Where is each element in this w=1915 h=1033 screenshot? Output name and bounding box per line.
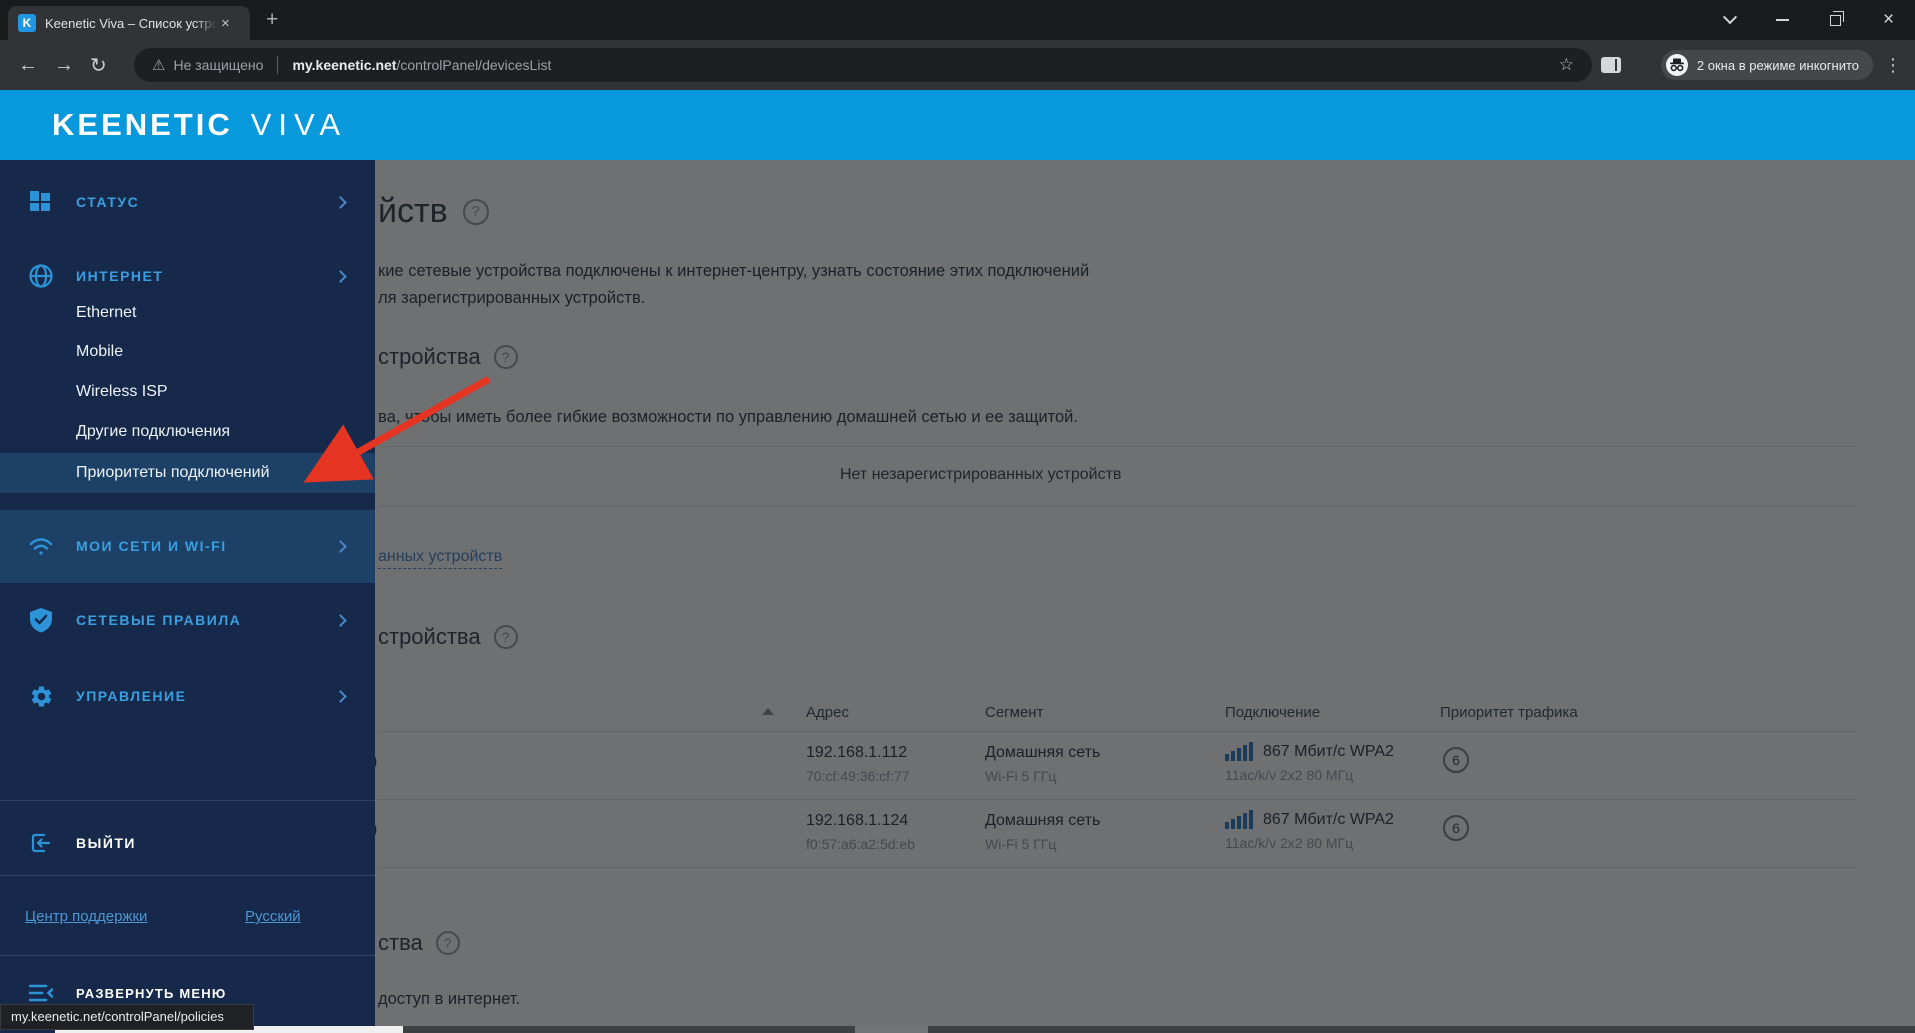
chevron-right-icon xyxy=(334,689,347,703)
browser-toolbar: ← → ↻ ⚠ Не защищено my.keenetic.net /con… xyxy=(0,40,1915,90)
horizontal-scrollbar[interactable] xyxy=(55,1026,1915,1033)
address-bar[interactable]: ⚠ Не защищено my.keenetic.net /controlPa… xyxy=(134,48,1592,82)
incognito-icon xyxy=(1665,54,1688,76)
expand-menu-label: РАЗВЕРНУТЬ МЕНЮ xyxy=(76,985,227,1001)
minimize-button[interactable] xyxy=(1770,7,1796,33)
sidebar-divider xyxy=(0,800,375,801)
screen: йств ? кие сетевые устройства подключены… xyxy=(0,0,1915,1033)
sidebar-item-label: СТАТУС xyxy=(76,194,140,210)
new-tab-button[interactable]: + xyxy=(266,9,278,31)
sidebar-menu: СТАТУС ИНТЕРНЕТ Ethernet Mobile Wireless… xyxy=(0,160,375,1033)
sidebar-item-internet[interactable]: ИНТЕРНЕТ xyxy=(0,256,375,296)
tab-title: Keenetic Viva – Список устройст xyxy=(45,15,217,31)
incognito-badge: 2 окна в режиме инкогнито xyxy=(1660,50,1873,80)
keenetic-logo: KEENETIC VIVA xyxy=(52,90,347,160)
chevron-right-icon xyxy=(334,613,347,627)
chevron-right-icon xyxy=(334,195,347,209)
wifi-icon xyxy=(28,533,54,559)
globe-icon xyxy=(28,263,54,289)
forward-button[interactable]: → xyxy=(54,40,74,90)
not-secure-warning-icon[interactable]: ⚠ xyxy=(152,56,165,74)
restore-button[interactable] xyxy=(1823,7,1849,33)
sidebar-item-label: СЕТЕВЫЕ ПРАВИЛА xyxy=(76,612,242,628)
sidebar-item-network-rules[interactable]: СЕТЕВЫЕ ПРАВИЛА xyxy=(0,600,375,640)
gear-icon xyxy=(28,683,54,709)
sidebar-divider xyxy=(0,955,375,956)
tab-close-icon[interactable]: × xyxy=(221,15,230,32)
app-header: KEENETIC VIVA xyxy=(0,90,1915,160)
sidebar-item-connection-priorities[interactable]: Приоритеты подключений xyxy=(76,453,336,493)
scrollbar-notch xyxy=(855,1026,928,1033)
security-label: Не защищено xyxy=(173,57,264,73)
window-controls: × xyxy=(1703,0,1915,40)
close-button[interactable]: × xyxy=(1876,7,1902,33)
logout-icon xyxy=(28,830,54,856)
model-name: VIVA xyxy=(250,107,348,142)
chevron-right-icon xyxy=(334,539,347,553)
window-menu-chevron-icon[interactable] xyxy=(1717,7,1743,33)
sidebar-item-management[interactable]: УПРАВЛЕНИЕ xyxy=(0,676,375,716)
brand-name: KEENETIC xyxy=(52,107,233,142)
sidebar-item-label: ИНТЕРНЕТ xyxy=(76,268,164,284)
chevron-right-icon xyxy=(334,269,347,283)
sidebar-item-ethernet[interactable]: Ethernet xyxy=(76,293,336,333)
shield-check-icon xyxy=(28,607,54,633)
red-annotation-arrow xyxy=(303,375,491,483)
sidebar-item-mobile[interactable]: Mobile xyxy=(76,332,336,372)
sidebar-item-other-connections[interactable]: Другие подключения xyxy=(76,412,336,452)
sidebar-item-label: УПРАВЛЕНИЕ xyxy=(76,688,187,704)
favicon: K xyxy=(18,14,36,32)
dashboard-icon xyxy=(28,189,54,215)
logout-button[interactable]: ВЫЙТИ xyxy=(0,823,375,863)
expand-menu-icon xyxy=(28,980,54,1006)
url-host: my.keenetic.net xyxy=(292,57,397,73)
address-separator xyxy=(277,56,279,74)
side-panel-icon[interactable] xyxy=(1601,57,1621,73)
sidebar-item-wireless-isp[interactable]: Wireless ISP xyxy=(76,372,336,412)
sidebar-item-status[interactable]: СТАТУС xyxy=(0,182,375,222)
reload-button[interactable]: ↻ xyxy=(90,40,107,90)
status-bar-link-preview: my.keenetic.net/controlPanel/policies xyxy=(0,1004,254,1030)
back-button[interactable]: ← xyxy=(18,40,38,90)
browser-tab-bar: K Keenetic Viva – Список устройст × + × xyxy=(0,0,1915,40)
bookmark-star-icon[interactable]: ☆ xyxy=(1559,55,1574,75)
sidebar-divider xyxy=(0,875,375,876)
browser-menu-icon[interactable]: ⋮ xyxy=(1884,40,1902,90)
sidebar-item-my-networks[interactable]: МОИ СЕТИ И WI-FI xyxy=(0,526,375,566)
url-path: /controlPanel/devicesList xyxy=(396,57,552,73)
language-link[interactable]: Русский xyxy=(245,908,301,925)
incognito-label: 2 окна в режиме инкогнито xyxy=(1696,57,1859,73)
support-center-link[interactable]: Центр поддержки xyxy=(25,908,147,925)
logout-label: ВЫЙТИ xyxy=(76,835,136,851)
sidebar-item-label: МОИ СЕТИ И WI-FI xyxy=(76,538,227,554)
browser-tab[interactable]: K Keenetic Viva – Список устройст × xyxy=(8,6,250,40)
